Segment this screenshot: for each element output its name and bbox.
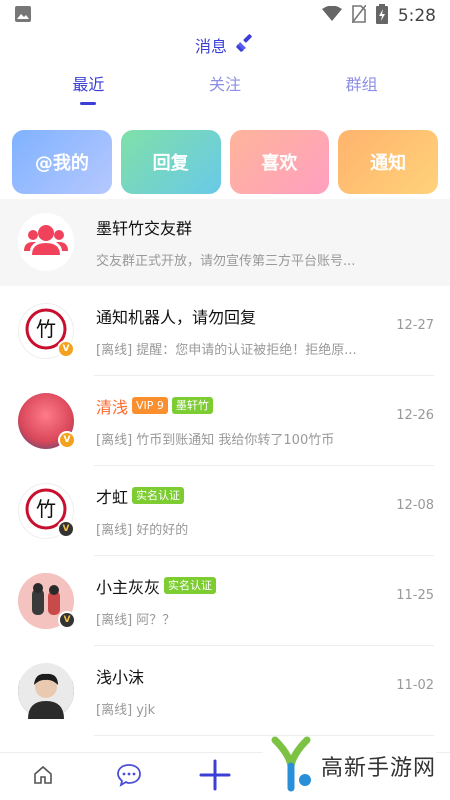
group-chat-row[interactable]: 墨轩竹交友群 交友群正式开放，请勿宣传第三方平台账号...	[0, 199, 450, 286]
list-item-body: 通知机器人，请勿回复 [离线] 提醒：您申请的认证被拒绝！拒绝原...	[96, 305, 396, 358]
group-name: 墨轩竹交友群	[96, 219, 193, 238]
avatar: 竹 V	[18, 483, 75, 539]
likes-card[interactable]: 喜欢	[229, 130, 330, 194]
list-item-body: 清浅 VIP 9 墨轩竹 [离线] 竹币到账通知 我给你转了100竹币	[96, 395, 396, 448]
message-preview: [离线] yjk	[96, 702, 156, 718]
watermark-text: 高新手游网	[320, 756, 436, 781]
nav-home[interactable]	[0, 753, 86, 800]
message-preview: [离线] 好的好的	[96, 522, 189, 538]
group-preview: 交友群正式开放，请勿宣传第三方平台账号...	[96, 254, 356, 269]
notifications-card[interactable]: 通知	[338, 130, 438, 194]
message-preview: [离线] 阿？？	[96, 612, 176, 628]
tab-groups[interactable]: 群组	[317, 71, 407, 105]
verified-badge-icon: V	[57, 520, 75, 538]
contact-name: 小主灰灰	[96, 577, 161, 597]
contact-name: 才虹	[96, 487, 129, 507]
broom-icon[interactable]	[235, 33, 255, 57]
status-bar: 5:28	[0, 0, 450, 32]
list-item[interactable]: 竹 V 通知机器人，请勿回复 [离线] 提醒：您申请的认证被拒绝！拒绝原... …	[0, 286, 450, 376]
mentions-card[interactable]: @我的	[12, 130, 112, 194]
avatar: 竹 V	[18, 303, 75, 359]
quick-actions: @我的 回复 喜欢 通知	[0, 118, 450, 195]
list-item[interactable]: V 小主灰灰 实名认证 [离线] 阿？？ 11-25	[0, 556, 450, 646]
message-list: 竹 V 通知机器人，请勿回复 [离线] 提醒：您申请的认证被拒绝！拒绝原... …	[0, 286, 450, 736]
watermark-logo-icon	[267, 736, 315, 796]
group-avatar	[18, 212, 74, 273]
verified-badge-icon: V	[58, 431, 76, 449]
battery-icon	[375, 4, 388, 28]
list-item-body: 才虹 实名认证 [离线] 好的好的	[96, 485, 396, 538]
list-item-body: 小主灰灰 实名认证 [离线] 阿？？	[96, 575, 396, 628]
top-bar: 消息	[0, 32, 450, 58]
group-icon	[18, 212, 74, 273]
group-tag: 墨轩竹	[171, 397, 213, 414]
message-tabs: 最近 关注 群组	[0, 58, 450, 118]
contact-name: 浅小沫	[96, 667, 145, 687]
list-item[interactable]: 浅小沫 [离线] yjk 11-02	[0, 646, 450, 736]
verified-tag: 实名认证	[164, 577, 217, 594]
message-date: 11-02	[396, 678, 434, 693]
chat-icon	[116, 763, 142, 791]
vip-badge: VIP 9	[132, 397, 168, 414]
image-icon	[14, 5, 32, 27]
contact-name: 清浅	[96, 397, 129, 417]
watermark: 高新手游网	[262, 736, 436, 796]
list-item[interactable]: 竹 V 才虹 实名认证 [离线] 好的好的 12-08	[0, 466, 450, 556]
message-preview: [离线] 竹币到账通知 我给你转了100竹币	[96, 432, 335, 448]
message-date: 12-08	[396, 498, 434, 513]
svg-text:竹: 竹	[36, 317, 56, 341]
no-sim-icon	[351, 4, 367, 27]
list-item-body: 浅小沫 [离线] yjk	[96, 665, 396, 718]
list-item[interactable]: V 清浅 VIP 9 墨轩竹 [离线] 竹币到账通知 我给你转了100竹币 12…	[0, 376, 450, 466]
verified-badge-icon: V	[58, 611, 76, 629]
page-title: 消息	[194, 37, 227, 56]
avatar: V	[18, 393, 76, 449]
verified-badge-icon: V	[57, 340, 75, 358]
nav-add[interactable]	[172, 753, 258, 800]
nav-messages[interactable]	[86, 753, 172, 800]
svg-text:竹: 竹	[36, 497, 56, 521]
avatar: V	[18, 573, 76, 629]
home-icon	[32, 764, 54, 790]
tab-recent[interactable]: 最近	[43, 71, 133, 105]
verified-tag: 实名认证	[132, 487, 185, 504]
plus-icon	[199, 759, 231, 795]
message-preview: [离线] 提醒：您申请的认证被拒绝！拒绝原...	[96, 342, 357, 358]
avatar	[18, 663, 74, 719]
status-time: 5:28	[397, 6, 436, 26]
message-date: 12-27	[396, 318, 434, 333]
message-date: 11-25	[396, 588, 434, 603]
replies-card[interactable]: 回复	[120, 130, 221, 194]
contact-name: 通知机器人，请勿回复	[96, 307, 257, 327]
message-date: 12-26	[396, 408, 434, 423]
group-row-body: 墨轩竹交友群 交友群正式开放，请勿宣传第三方平台账号...	[96, 216, 432, 269]
tab-following[interactable]: 关注	[180, 71, 270, 105]
wifi-icon	[321, 5, 342, 26]
